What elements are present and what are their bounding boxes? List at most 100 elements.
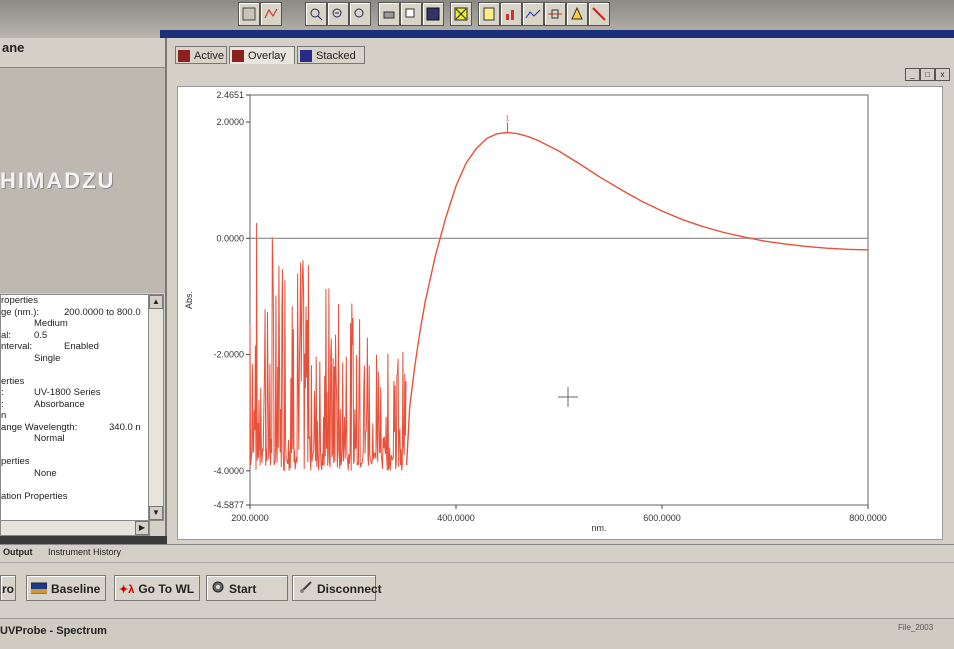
property-value: Normal: [34, 433, 65, 444]
absorbance-curve: [405, 131, 869, 466]
window-title-bar: [160, 30, 954, 38]
print-icon[interactable]: [378, 2, 400, 26]
property-row: : UV-1800 Series: [1, 387, 149, 399]
property-value: None: [34, 467, 57, 479]
baseline-icon[interactable]: [544, 2, 566, 26]
toolbar-button-1[interactable]: [238, 2, 260, 26]
property-key: perties: [1, 456, 30, 467]
y-tick-label: 2.0000: [216, 117, 244, 127]
horizontal-scrollbar[interactable]: ▶: [0, 520, 150, 536]
property-key: erties: [1, 375, 25, 387]
property-key: :: [1, 387, 4, 398]
shimadzu-logo: HIMADZU: [0, 168, 116, 193]
property-row: : Absorbance: [1, 399, 149, 411]
property-value-far: 340.0 n: [109, 421, 141, 433]
property-row: Medium: [1, 318, 149, 330]
property-row: perties: [1, 456, 149, 468]
property-value: 0.5: [34, 329, 48, 341]
x-axis-label: nm.: [591, 523, 606, 533]
baseline-button[interactable]: Baseline: [26, 575, 106, 601]
property-key: roperties: [1, 295, 38, 306]
properties-list: roperties ge (nm.): 200.0000 to 800.0 Mediu…: [0, 294, 150, 521]
marker-icon[interactable]: [566, 2, 588, 26]
y-tick-label: -4.5877: [213, 500, 244, 510]
scroll-right-icon[interactable]: ▶: [135, 521, 149, 535]
tab-instrument-history[interactable]: Instrument History: [48, 547, 121, 557]
property-row: Single: [1, 353, 149, 365]
property-value: Medium: [34, 318, 68, 329]
peak-pick-icon[interactable]: [450, 2, 472, 26]
x-tick-label: 800.0000: [849, 513, 887, 523]
vertical-scrollbar[interactable]: ▲ ▼: [148, 294, 164, 521]
zoom-icon[interactable]: [305, 2, 327, 26]
active-tab-icon: [178, 50, 190, 62]
y-tick-label: -2.0000: [213, 350, 244, 360]
overlay-tab-icon: [232, 50, 244, 62]
pane-header: ane: [0, 38, 165, 68]
property-key: n: [1, 410, 7, 421]
x-tick-label: 400.0000: [437, 513, 475, 523]
property-value: Absorbance: [34, 398, 85, 410]
y-axis-label: Abs.: [184, 291, 194, 309]
property-key: nterval:: [1, 341, 33, 352]
zoom-in-icon[interactable]: [327, 2, 349, 26]
property-key: al:: [1, 329, 12, 341]
property-row: [1, 364, 149, 376]
disconnect-button[interactable]: Disconnect: [292, 575, 382, 603]
bar-chart-icon[interactable]: [500, 2, 522, 26]
property-row: roperties: [1, 295, 149, 307]
property-key: ange Wavelength:: [1, 421, 78, 433]
bottom-toolbar: ro Baseline ✦λ Go To WL Start Disconnect: [0, 562, 954, 619]
logo-area: HIMADZU: [0, 68, 165, 293]
scroll-up-icon[interactable]: ▲: [149, 295, 163, 309]
tab-overlay[interactable]: Overlay: [229, 46, 295, 64]
property-row: n: [1, 410, 149, 422]
scroll-down-icon[interactable]: ▼: [149, 506, 163, 520]
tab-stacked[interactable]: Stacked: [297, 46, 365, 64]
status-bar: UVProbe - Spectrum File_2003: [0, 618, 954, 649]
report-icon[interactable]: [478, 2, 500, 26]
property-row: [1, 479, 149, 491]
y-tick-label: -4.0000: [213, 466, 244, 476]
copy-icon[interactable]: [400, 2, 422, 26]
spectrum-icon[interactable]: [522, 2, 544, 26]
property-value: Single: [34, 352, 61, 364]
property-key: ation Properties: [1, 490, 68, 502]
peak-label: 1: [506, 116, 510, 123]
close-icon[interactable]: x: [935, 68, 950, 81]
property-row: erties: [1, 376, 149, 388]
status-app-name: UVProbe - Spectrum: [0, 625, 107, 637]
go-to-wl-button[interactable]: ✦λ Go To WL: [114, 575, 200, 601]
baseline-icon: [30, 577, 48, 603]
property-row: ation Properties: [1, 491, 149, 503]
y-tick-label: 0.0000: [216, 233, 244, 243]
graph-window: Active Overlay Stacked _ □ x 2.4651 2.000…: [167, 38, 954, 558]
save-icon[interactable]: [422, 2, 444, 26]
property-row: [1, 445, 149, 457]
noise-trace: [249, 222, 407, 472]
draw-line-icon[interactable]: [588, 2, 610, 26]
tab-output[interactable]: Output: [3, 547, 33, 557]
output-tabs: Output Instrument History: [0, 544, 954, 563]
plot-canvas[interactable]: 2.4651 2.0000 0.0000 -2.0000 -4.0000 -4.5877 2…: [178, 87, 942, 539]
property-row: Normal: [1, 433, 149, 445]
toolbar-button-2[interactable]: [260, 2, 282, 26]
property-row: ange Wavelength: 340.0 n: [1, 422, 149, 434]
zero-button[interactable]: ro: [0, 575, 16, 601]
start-button[interactable]: Start: [206, 575, 288, 601]
property-value: UV-1800 Series: [34, 387, 101, 398]
property-value-wide: Enabled: [64, 341, 99, 352]
disconnect-icon: [299, 577, 313, 603]
stacked-tab-icon: [300, 50, 312, 62]
property-row: al: 0.5: [1, 330, 149, 342]
property-key: ge (nm.):: [1, 306, 40, 318]
property-key: :: [1, 398, 4, 410]
spectrum-plot[interactable]: 2.4651 2.0000 0.0000 -2.0000 -4.0000 -4.5877 2…: [177, 86, 943, 540]
minimize-icon[interactable]: _: [905, 68, 920, 81]
status-file-name: File_2003: [898, 623, 934, 632]
zoom-out-icon[interactable]: [349, 2, 371, 26]
property-row: nterval: Enabled: [1, 341, 149, 353]
property-row: ge (nm.): 200.0000 to 800.0: [1, 307, 149, 319]
tab-active[interactable]: Active: [175, 46, 227, 64]
maximize-icon[interactable]: □: [920, 68, 935, 81]
